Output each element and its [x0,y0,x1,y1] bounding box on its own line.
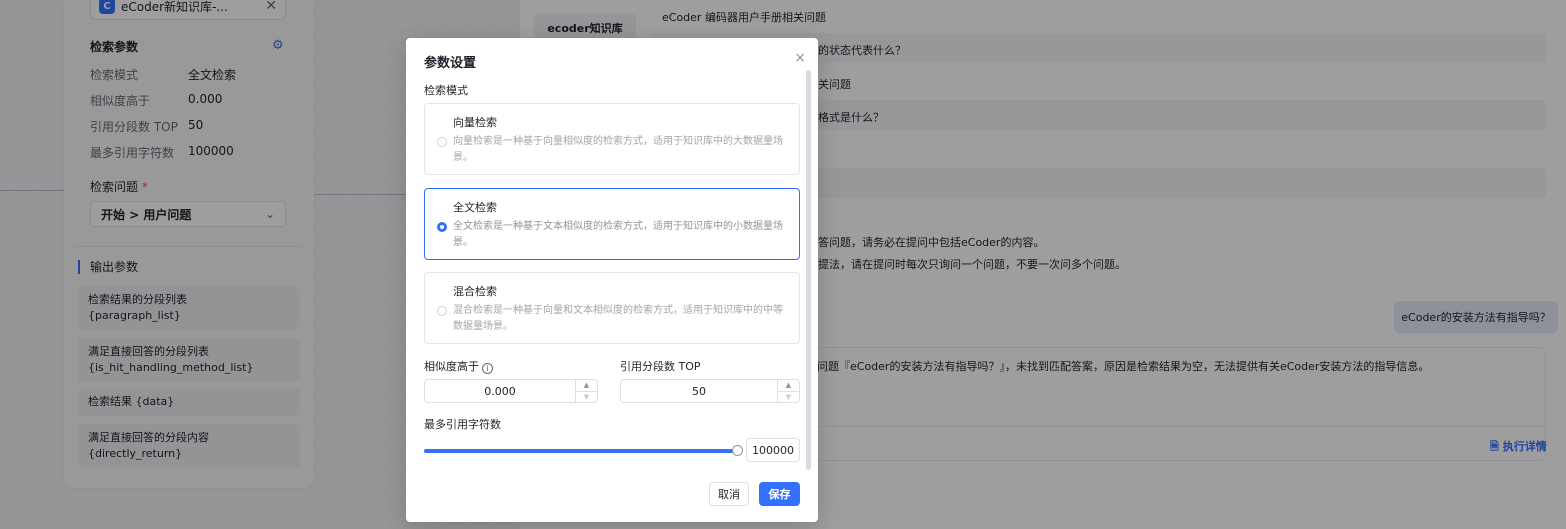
radio-hybrid-search[interactable] [437,306,447,316]
radio-vector-search[interactable] [437,137,447,147]
option-description: 混合检索是一种基于向量和文本相似度的检索方式，适用于知识库中的中等数据量场景。 [453,305,783,332]
top-value: 50 [692,384,706,398]
similarity-label-text: 相似度高于 [424,360,479,373]
option-title: 向量检索 [453,116,497,129]
stepper[interactable]: ▲ ▼ [575,380,597,402]
option-description: 向量检索是一种基于向量相似度的检索方式，适用于知识库中的大数据量场景。 [453,136,783,163]
slider-fill [424,449,738,453]
option-vector-search[interactable]: 向量检索 向量检索是一种基于向量相似度的检索方式，适用于知识库中的大数据量场景。 [424,103,800,175]
scrollbar[interactable] [806,70,811,470]
chevron-up-icon[interactable]: ▲ [778,380,799,391]
search-mode-label: 检索模式 [424,84,468,97]
option-title: 混合检索 [453,285,497,298]
max-chars-input[interactable]: 100000 [746,438,800,462]
dialog-title: 参数设置 [424,56,477,71]
max-chars-label: 最多引用字符数 [424,418,501,431]
cancel-button[interactable]: 取消 [709,482,749,506]
close-icon[interactable]: × [794,50,806,66]
stepper[interactable]: ▲ ▼ [777,380,799,402]
info-icon[interactable]: i [482,363,493,374]
option-hybrid-search[interactable]: 混合检索 混合检索是一种基于向量和文本相似度的检索方式，适用于知识库中的中等数据… [424,272,800,344]
option-title: 全文检索 [453,201,497,214]
similarity-label: 相似度高于 i [424,358,493,374]
chevron-down-icon[interactable]: ▼ [576,390,597,403]
option-fulltext-search[interactable]: 全文检索 全文检索是一种基于文本相似度的检索方式，适用于知识库中的小数据量场景。 [424,188,800,260]
option-description: 全文检索是一种基于文本相似度的检索方式，适用于知识库中的小数据量场景。 [453,221,783,248]
similarity-input[interactable]: 0.000 ▲ ▼ [424,379,598,403]
top-input[interactable]: 50 ▲ ▼ [620,379,800,403]
save-button[interactable]: 保存 [759,482,800,506]
chevron-down-icon[interactable]: ▼ [778,390,799,403]
top-label: 引用分段数 TOP [620,360,701,373]
radio-fulltext-search[interactable] [437,222,447,232]
max-chars-slider[interactable] [424,445,743,456]
slider-handle[interactable] [732,445,743,456]
chevron-up-icon[interactable]: ▲ [576,380,597,391]
param-settings-dialog: 参数设置 × 检索模式 向量检索 向量检索是一种基于向量相似度的检索方式，适用于… [406,38,818,522]
similarity-value: 0.000 [484,384,516,398]
